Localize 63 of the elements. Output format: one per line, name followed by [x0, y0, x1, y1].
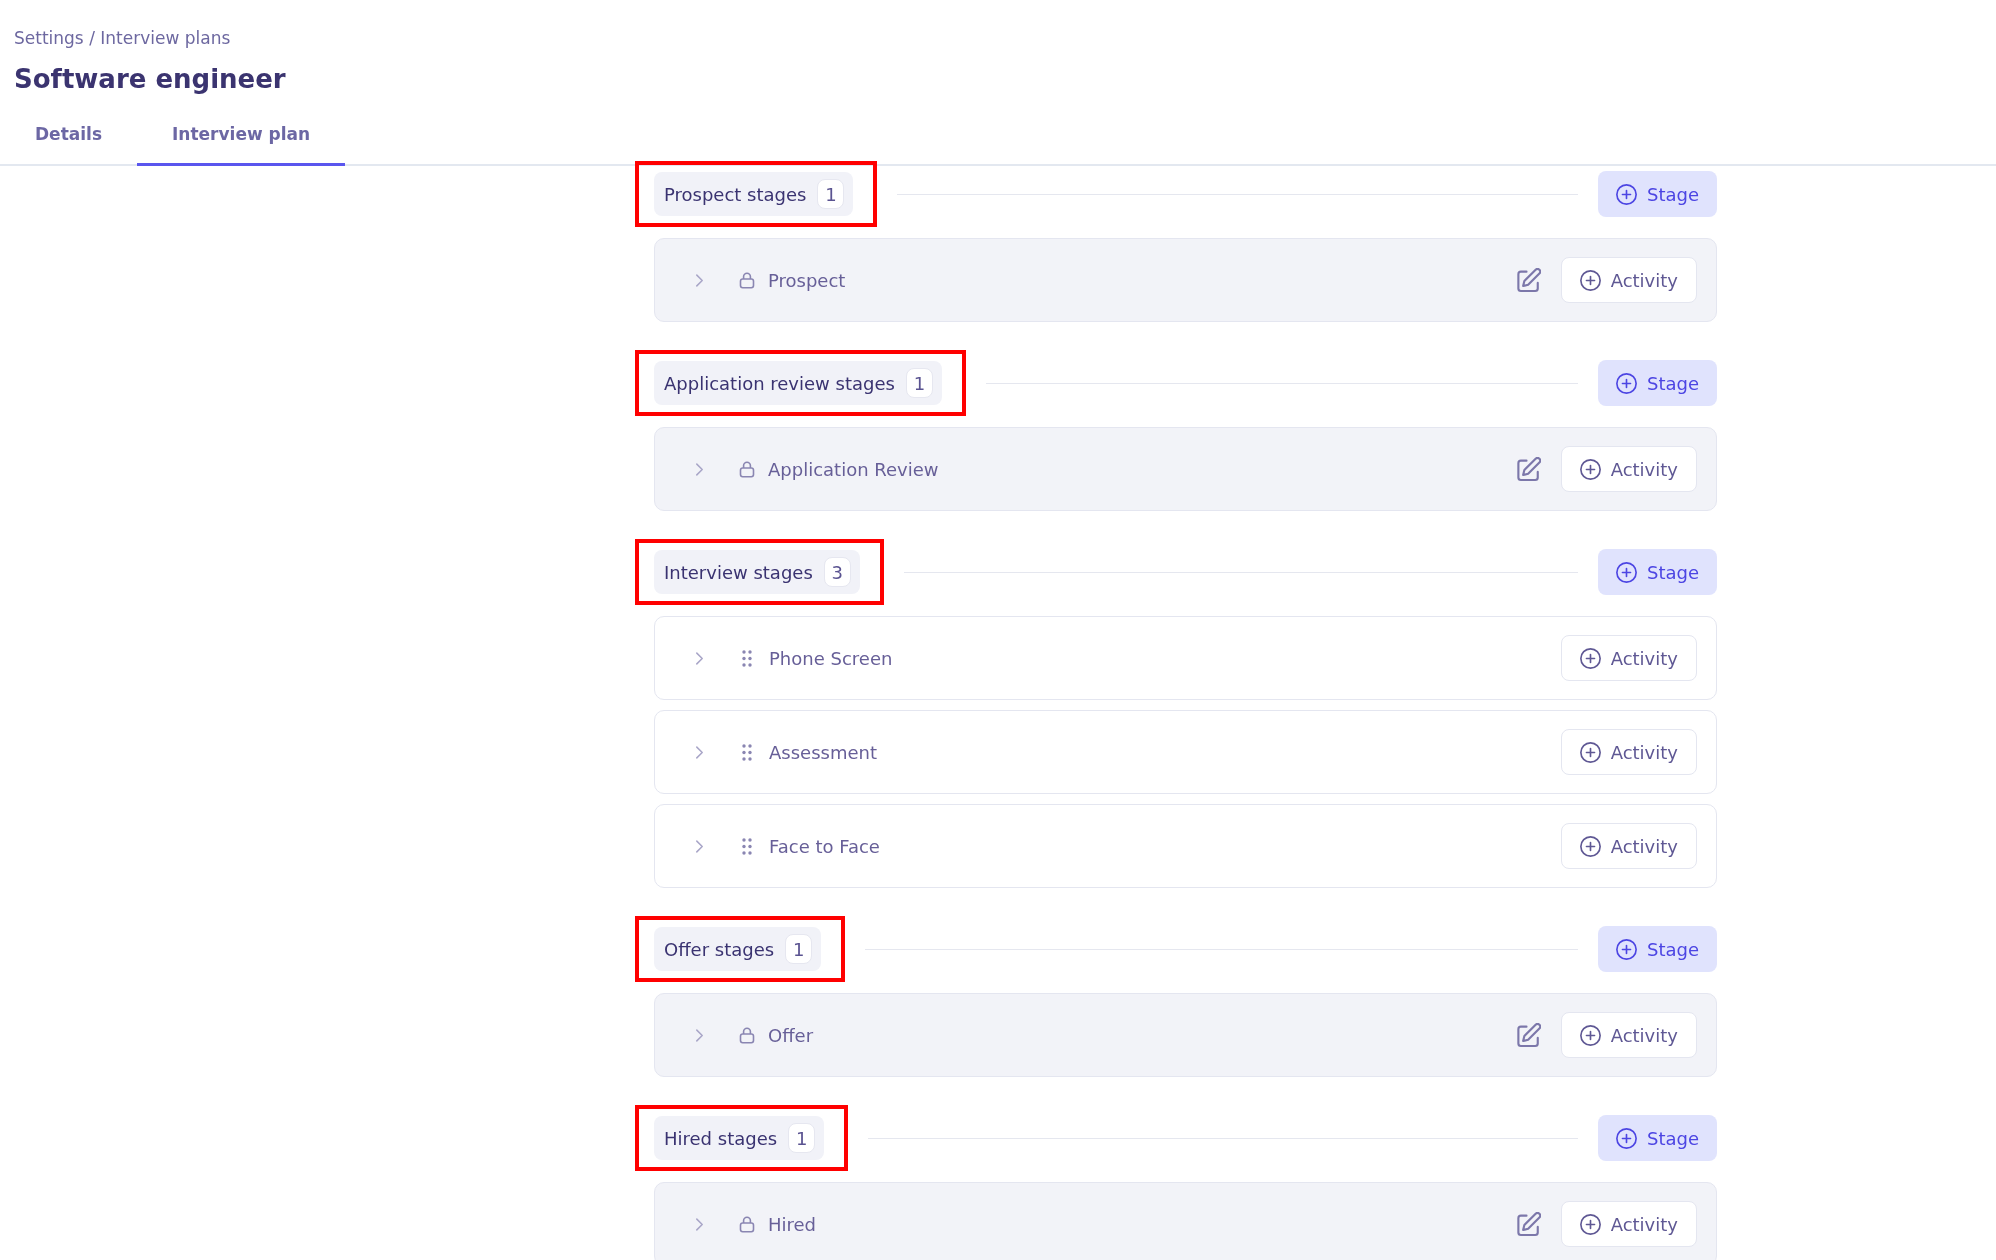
plus-circle-icon [1579, 835, 1601, 857]
stage-count-badge: 1 [785, 934, 813, 964]
add-activity-button[interactable]: Activity [1560, 729, 1697, 775]
chevron-right-icon[interactable] [695, 272, 704, 288]
chevron-right-icon[interactable] [695, 461, 704, 477]
add-stage-button[interactable]: Stage [1598, 171, 1717, 217]
drag-handle-icon[interactable] [742, 837, 752, 855]
stage-name: Offer [768, 1024, 814, 1046]
lock-icon [739, 1215, 755, 1233]
group-title: Application review stages [664, 372, 895, 394]
tab[interactable]: Interview plan [137, 115, 346, 166]
add-activity-button[interactable]: Activity [1560, 635, 1697, 681]
plus-circle-icon [1616, 1127, 1637, 1149]
plus-circle-icon [1579, 741, 1601, 763]
plus-circle-icon [1616, 183, 1637, 205]
plus-circle-icon [1579, 269, 1601, 291]
group-title: Interview stages [664, 561, 813, 583]
breadcrumb[interactable]: Settings / Interview plans [14, 27, 231, 49]
edit-icon[interactable] [1515, 1211, 1541, 1237]
add-activity-button[interactable]: Activity [1560, 257, 1697, 303]
edit-icon[interactable] [1515, 1022, 1541, 1048]
add-stage-button[interactable]: Stage [1598, 926, 1717, 972]
add-activity-button[interactable]: Activity [1560, 1201, 1697, 1247]
drag-handle-icon[interactable] [742, 649, 752, 667]
add-activity-button[interactable]: Activity [1560, 446, 1697, 492]
stage-count-badge: 3 [823, 557, 851, 587]
plus-circle-icon [1616, 938, 1637, 960]
plus-circle-icon [1579, 647, 1601, 669]
group-title: Prospect stages [664, 183, 807, 205]
stage-count-badge: 1 [788, 1123, 816, 1153]
chevron-right-icon[interactable] [695, 744, 704, 760]
add-stage-button[interactable]: Stage [1598, 549, 1717, 595]
add-stage-button[interactable]: Stage [1598, 1115, 1717, 1161]
plus-circle-icon [1579, 458, 1601, 480]
edit-icon[interactable] [1515, 267, 1541, 293]
tab[interactable]: Details [0, 115, 137, 166]
plus-circle-icon [1579, 1024, 1601, 1046]
stage-name: Prospect [768, 269, 846, 291]
stage-name: Assessment [769, 741, 877, 763]
page-title: Software engineer [14, 63, 287, 96]
group-title: Hired stages [664, 1127, 778, 1149]
chevron-right-icon[interactable] [695, 1216, 704, 1232]
plus-circle-icon [1579, 1213, 1601, 1235]
edit-icon[interactable] [1515, 456, 1541, 482]
stage-name: Application Review [768, 458, 939, 480]
stage-name: Phone Screen [769, 647, 893, 669]
add-activity-button[interactable]: Activity [1560, 823, 1697, 869]
chevron-right-icon[interactable] [695, 838, 704, 854]
lock-icon [739, 1026, 755, 1044]
group-title: Offer stages [664, 938, 775, 960]
stage-name: Face to Face [769, 835, 880, 857]
add-activity-button[interactable]: Activity [1560, 1012, 1697, 1058]
drag-handle-icon[interactable] [742, 743, 752, 761]
add-stage-button[interactable]: Stage [1598, 360, 1717, 406]
plus-circle-icon [1616, 561, 1637, 583]
stage-name: Hired [768, 1213, 817, 1235]
stage-count-badge: 1 [817, 179, 845, 209]
stage-count-badge: 1 [905, 368, 933, 398]
chevron-right-icon[interactable] [695, 1027, 704, 1043]
plus-circle-icon [1616, 372, 1637, 394]
chevron-right-icon[interactable] [695, 650, 704, 666]
lock-icon [739, 271, 755, 289]
lock-icon [739, 460, 755, 478]
